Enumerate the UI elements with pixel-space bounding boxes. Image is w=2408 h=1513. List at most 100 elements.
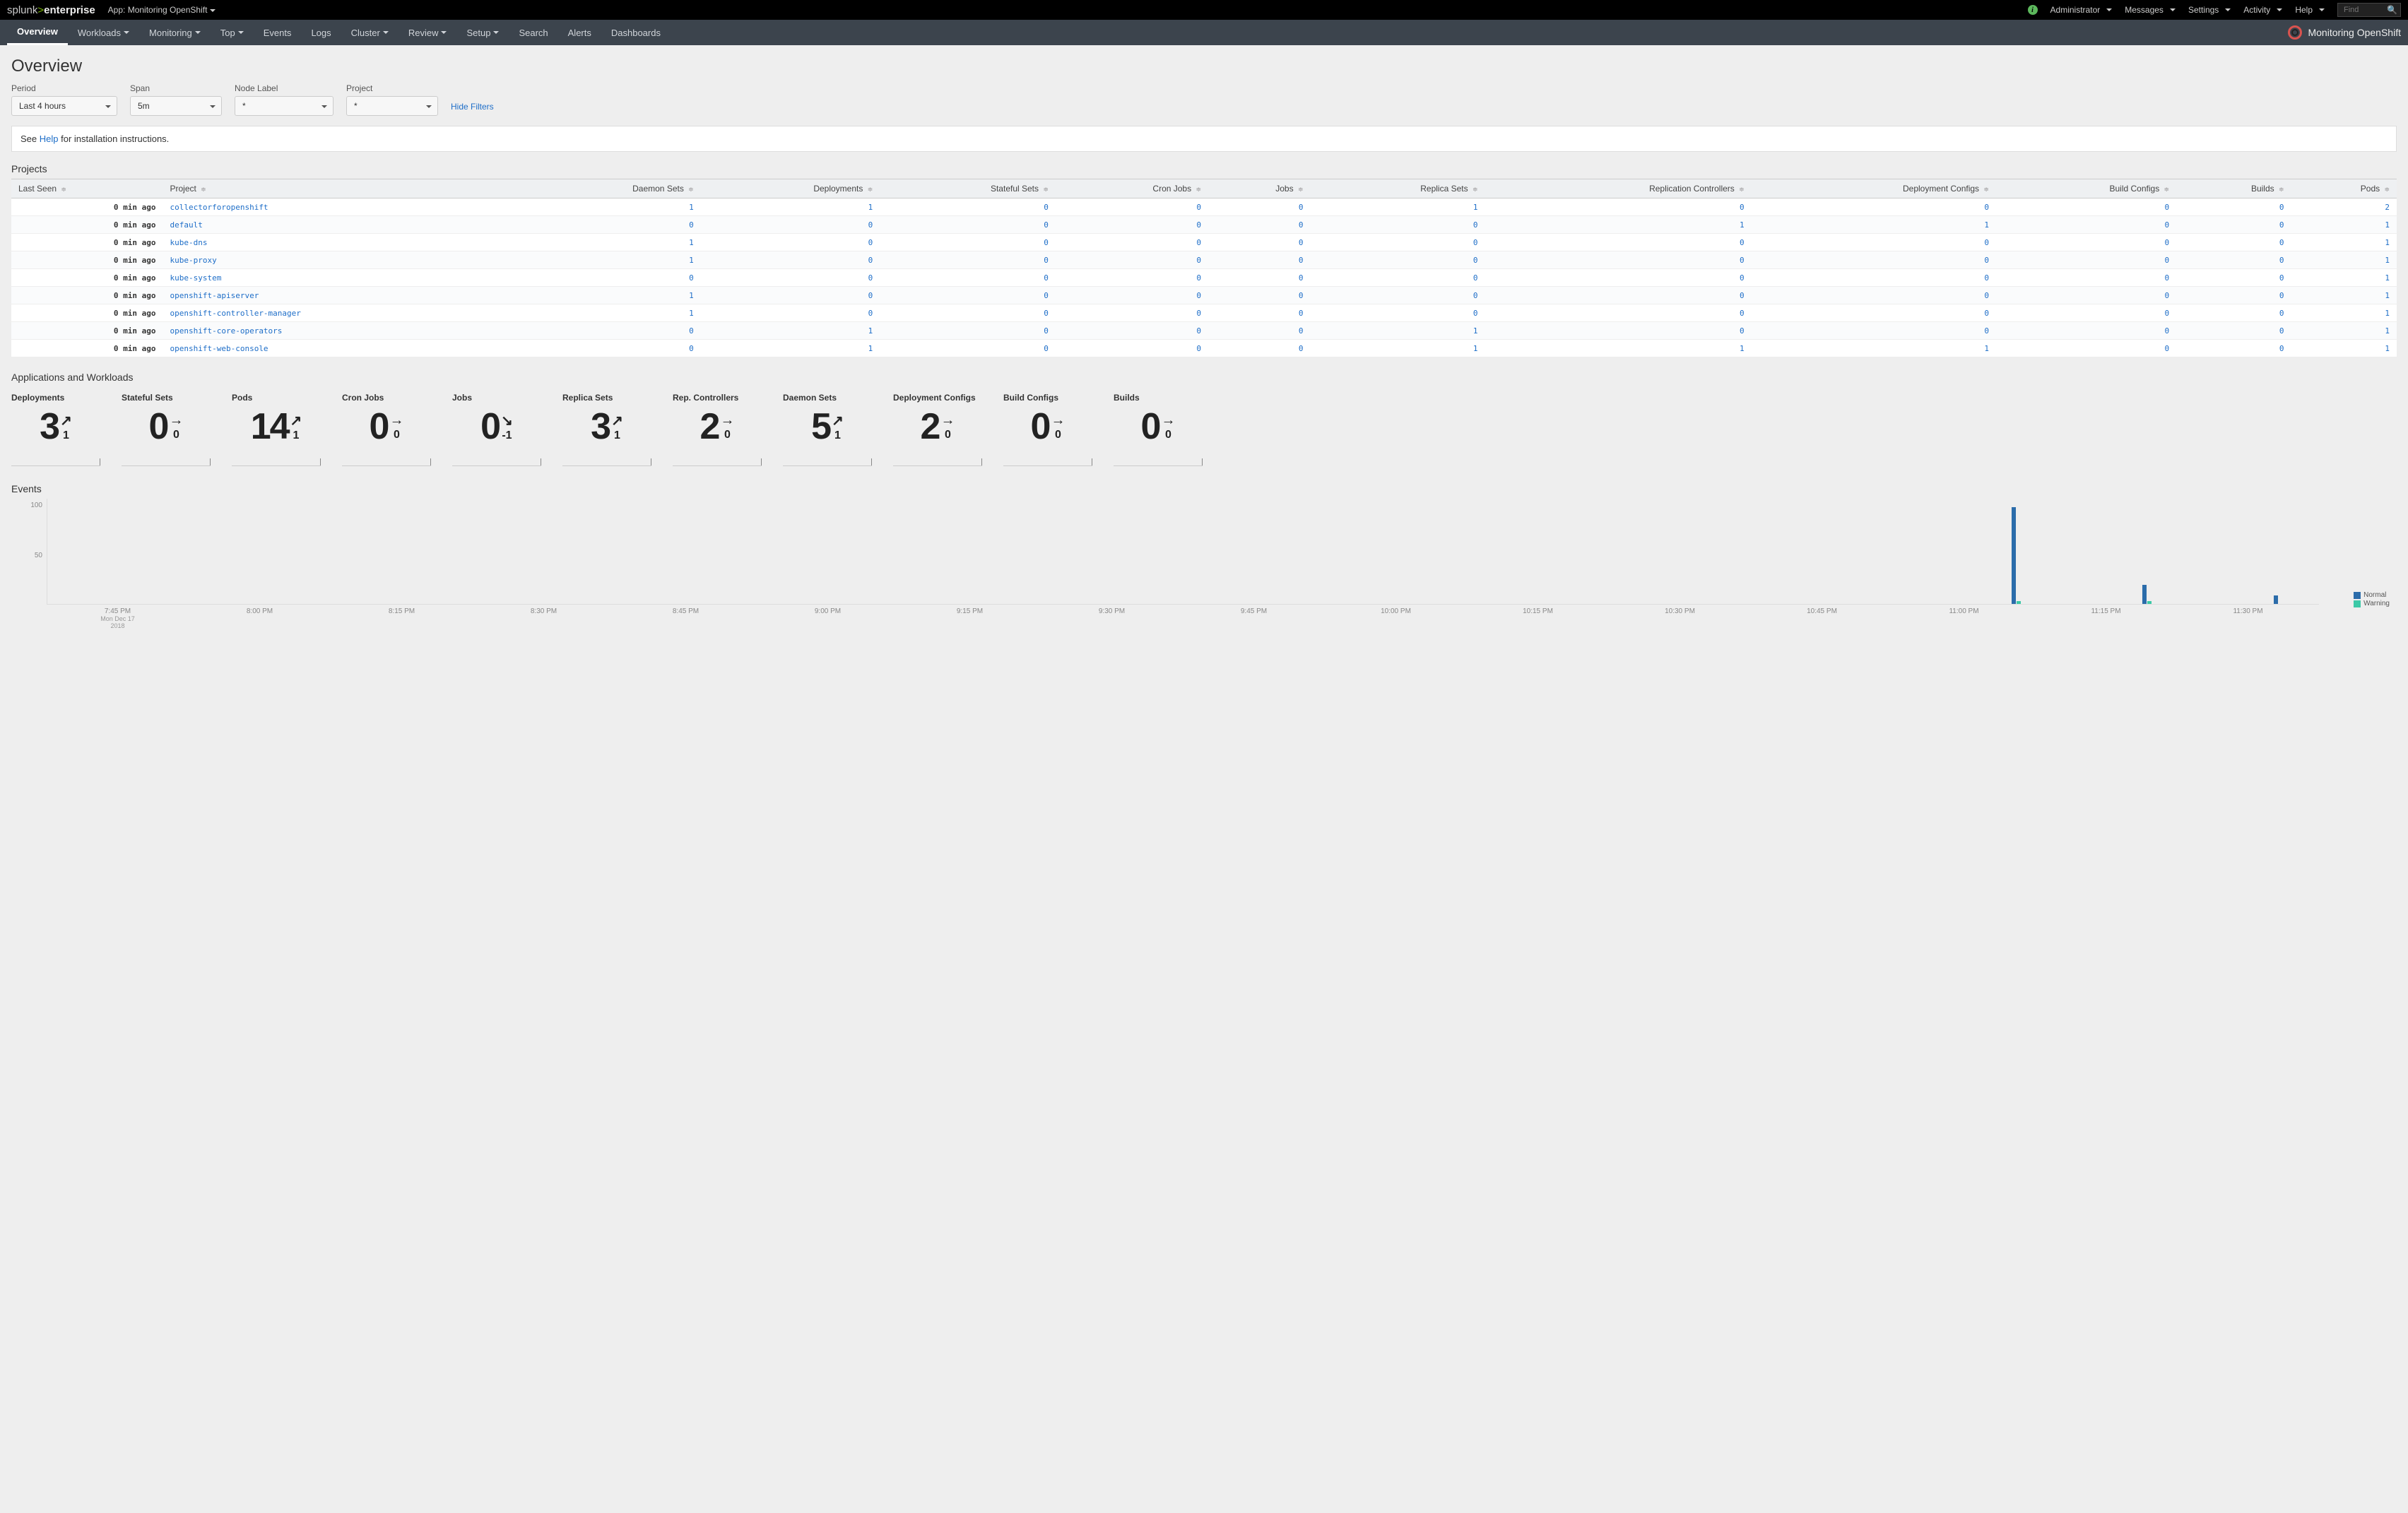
cell-value[interactable]: 0 <box>517 216 701 234</box>
nav-workloads[interactable]: Workloads <box>68 20 139 45</box>
project-link[interactable]: kube-dns <box>170 238 207 247</box>
cell-value[interactable]: 0 <box>1208 198 1311 216</box>
cell-value[interactable]: 0 <box>1056 269 1208 287</box>
col-deployment-configs[interactable]: Deployment Configs ≑ <box>1752 179 1996 198</box>
cell-value[interactable]: 0 <box>1996 216 2176 234</box>
workload-card[interactable]: Build Configs0→0 <box>1003 393 1092 466</box>
col-builds[interactable]: Builds ≑ <box>2176 179 2291 198</box>
cell-value[interactable]: 0 <box>880 269 1056 287</box>
cell-value[interactable]: 1 <box>1310 322 1485 340</box>
cell-value[interactable]: 0 <box>880 234 1056 251</box>
cell-value[interactable]: 0 <box>1485 251 1751 269</box>
cell-value[interactable]: 0 <box>1485 198 1751 216</box>
col-build-configs[interactable]: Build Configs ≑ <box>1996 179 2176 198</box>
cell-value[interactable]: 0 <box>2176 269 2291 287</box>
workload-card[interactable]: Rep. Controllers2→0 <box>673 393 762 466</box>
cell-value[interactable]: 0 <box>1752 198 1996 216</box>
cell-value[interactable]: 0 <box>1752 269 1996 287</box>
cell-value[interactable]: 1 <box>517 234 701 251</box>
col-deployments[interactable]: Deployments ≑ <box>701 179 880 198</box>
cell-value[interactable]: 0 <box>1310 287 1485 304</box>
workload-card[interactable]: Daemon Sets5↗1 <box>783 393 872 466</box>
cell-value[interactable]: 0 <box>1056 251 1208 269</box>
cell-value[interactable]: 0 <box>701 287 880 304</box>
cell-value[interactable]: 0 <box>517 269 701 287</box>
cell-value[interactable]: 0 <box>1752 322 1996 340</box>
col-pods[interactable]: Pods ≑ <box>2291 179 2397 198</box>
nav-overview[interactable]: Overview <box>7 20 68 45</box>
cell-value[interactable]: 0 <box>880 304 1056 322</box>
workload-card[interactable]: Replica Sets3↗1 <box>562 393 651 466</box>
period-dropdown[interactable]: Last 4 hours <box>11 96 117 116</box>
cell-value[interactable]: 1 <box>2291 234 2397 251</box>
cell-value[interactable]: 1 <box>2291 269 2397 287</box>
col-replica-sets[interactable]: Replica Sets ≑ <box>1310 179 1485 198</box>
cell-value[interactable]: 0 <box>1208 216 1311 234</box>
cell-value[interactable]: 0 <box>2176 198 2291 216</box>
cell-value[interactable]: 0 <box>2176 304 2291 322</box>
cell-value[interactable]: 0 <box>1996 287 2176 304</box>
nav-review[interactable]: Review <box>399 20 457 45</box>
menu-help[interactable]: Help <box>2295 5 2325 15</box>
cell-value[interactable]: 0 <box>1310 234 1485 251</box>
cell-value[interactable]: 0 <box>1485 234 1751 251</box>
cell-value[interactable]: 0 <box>1208 304 1311 322</box>
cell-value[interactable]: 0 <box>701 269 880 287</box>
workload-card[interactable]: Pods14↗1 <box>232 393 321 466</box>
cell-value[interactable]: 0 <box>1752 251 1996 269</box>
col-cron-jobs[interactable]: Cron Jobs ≑ <box>1056 179 1208 198</box>
cell-value[interactable]: 0 <box>1752 304 1996 322</box>
chart-bar[interactable] <box>2017 601 2021 604</box>
cell-value[interactable]: 0 <box>1208 251 1311 269</box>
cell-value[interactable]: 0 <box>1996 304 2176 322</box>
project-dropdown[interactable]: * <box>346 96 438 116</box>
chart-bar[interactable] <box>2012 507 2016 604</box>
project-link[interactable]: kube-system <box>170 273 221 283</box>
cell-value[interactable]: 0 <box>1056 198 1208 216</box>
col-project[interactable]: Project ≑ <box>163 179 517 198</box>
cell-value[interactable]: 1 <box>1752 216 1996 234</box>
info-icon[interactable]: i <box>2028 5 2038 15</box>
cell-value[interactable]: 0 <box>2176 234 2291 251</box>
cell-value[interactable]: 0 <box>1208 269 1311 287</box>
nodelabel-dropdown[interactable]: * <box>235 96 334 116</box>
cell-value[interactable]: 0 <box>1056 234 1208 251</box>
cell-value[interactable]: 1 <box>1485 216 1751 234</box>
cell-value[interactable]: 0 <box>1208 340 1311 357</box>
cell-value[interactable]: 1 <box>2291 251 2397 269</box>
col-stateful-sets[interactable]: Stateful Sets ≑ <box>880 179 1056 198</box>
nav-cluster[interactable]: Cluster <box>341 20 399 45</box>
cell-value[interactable]: 1 <box>2291 340 2397 357</box>
menu-settings[interactable]: Settings <box>2188 5 2231 15</box>
cell-value[interactable]: 0 <box>1310 269 1485 287</box>
cell-value[interactable]: 0 <box>1310 216 1485 234</box>
cell-value[interactable]: 1 <box>517 251 701 269</box>
project-link[interactable]: openshift-web-console <box>170 344 268 353</box>
cell-value[interactable]: 0 <box>1996 198 2176 216</box>
workload-card[interactable]: Deployment Configs2→0 <box>893 393 982 466</box>
workload-card[interactable]: Stateful Sets0→0 <box>122 393 211 466</box>
cell-value[interactable]: 1 <box>701 340 880 357</box>
cell-value[interactable]: 0 <box>1310 251 1485 269</box>
cell-value[interactable]: 0 <box>1485 304 1751 322</box>
cell-value[interactable]: 0 <box>1056 216 1208 234</box>
app-switcher[interactable]: App: Monitoring OpenShift <box>108 5 216 15</box>
cell-value[interactable]: 0 <box>2176 287 2291 304</box>
nav-alerts[interactable]: Alerts <box>558 20 601 45</box>
cell-value[interactable]: 1 <box>1485 340 1751 357</box>
cell-value[interactable]: 0 <box>701 216 880 234</box>
cell-value[interactable]: 0 <box>1056 340 1208 357</box>
col-daemon-sets[interactable]: Daemon Sets ≑ <box>517 179 701 198</box>
cell-value[interactable]: 1 <box>1310 340 1485 357</box>
cell-value[interactable]: 0 <box>1056 304 1208 322</box>
chart-bar[interactable] <box>2142 585 2147 604</box>
help-link[interactable]: Help <box>40 134 59 144</box>
cell-value[interactable]: 1 <box>1752 340 1996 357</box>
cell-value[interactable]: 0 <box>1485 287 1751 304</box>
cell-value[interactable]: 0 <box>1752 234 1996 251</box>
cell-value[interactable]: 0 <box>1996 269 2176 287</box>
menu-messages[interactable]: Messages <box>2125 5 2176 15</box>
search-icon[interactable]: 🔍 <box>2387 5 2397 15</box>
workload-card[interactable]: Builds0→0 <box>1114 393 1203 466</box>
cell-value[interactable]: 1 <box>2291 322 2397 340</box>
